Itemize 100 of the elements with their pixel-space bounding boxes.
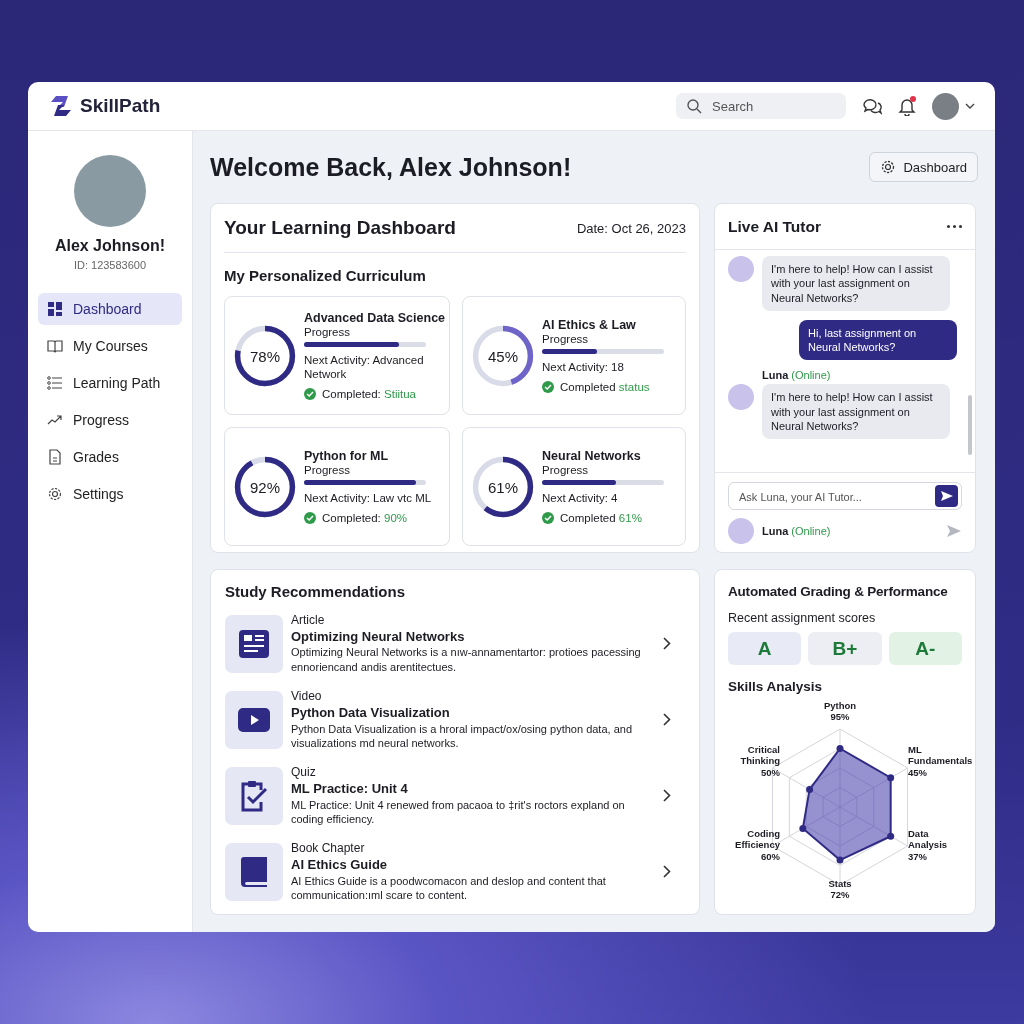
skill-label: Coding Efficiency: [734, 828, 780, 851]
send-icon: [939, 490, 954, 502]
course-card[interactable]: 78% Advanced Data Science Progress Next Activity: Advanced Network Completed: Stiitua: [224, 296, 451, 415]
check-circle-icon: [304, 387, 316, 400]
date-label: Date: Oct 26, 2023: [576, 220, 686, 236]
message-bubble: I'm here to help! How can I assist with your last assignment on Neural Networks?: [762, 384, 950, 440]
dashboard-button[interactable]: Dashboard: [869, 152, 978, 182]
sidebar-item[interactable]: My Courses: [38, 330, 182, 362]
recommendation-item[interactable]: Quiz ML Practice: Unit 4 ML Practice: Unit 4 renewed from pacaoa to ‡rit's roctors expland on coding efficiency.: [225, 765, 685, 827]
user-avatar[interactable]: [932, 92, 959, 120]
item-title: AI Ethics Guide: [291, 856, 389, 874]
settings-icon: [47, 486, 63, 502]
progress-ring: [471, 454, 536, 519]
item-type: Quiz: [291, 765, 317, 781]
article-icon: [238, 627, 270, 660]
search-input[interactable]: Search: [710, 97, 824, 115]
next-activity: Next Activity: Advanced Network: [304, 354, 425, 382]
chat-icon[interactable]: [862, 97, 882, 115]
progress-ring: [471, 323, 536, 388]
card-title: Study Recommendations: [225, 583, 407, 600]
list-icon: [47, 375, 63, 391]
grade-tile: A: [728, 632, 802, 665]
card-title: Automated Grading & Performance: [728, 584, 949, 599]
skill-label: Python: [823, 700, 857, 712]
tutor-avatar: [728, 256, 754, 282]
skill-value: 45%: [908, 766, 927, 779]
settings-icon: [880, 159, 897, 175]
recommendation-item[interactable]: Book Chapter AI Ethics Guide AI Ethics Guide is a poodwcomacon and deslop and content that communication:ıml scare to content.: [225, 841, 685, 903]
document-icon: [47, 449, 63, 465]
chevron-right-icon: [663, 637, 671, 651]
item-title: Python Data Visualization: [291, 704, 451, 722]
message-bubble: I'm here to help! How can I assist with your last assignment on Neural Networks?: [762, 256, 950, 311]
next-activity: Next Activity: 18: [542, 361, 625, 375]
item-description: Python Data Visualization is a hroral impact/ox/osing python data, and visualizations md neural networks.: [291, 721, 633, 751]
next-activity: Next Activity: Law vtc ML: [304, 492, 433, 506]
next-activity: Next Activity: 4: [542, 492, 619, 506]
search-icon: [686, 98, 702, 114]
item-type: Article: [291, 613, 326, 629]
sidebar-item[interactable]: Dashboard: [38, 293, 182, 325]
play-icon: [238, 707, 270, 732]
card-title: Live AI Tutor: [728, 217, 821, 236]
section-title: My Personalized Curriculum: [224, 267, 427, 284]
scrollbar[interactable]: [968, 395, 972, 455]
course-title: Python for ML: [304, 449, 389, 464]
notification-bell-icon[interactable]: [898, 96, 916, 116]
course-card[interactable]: 61% Neural Networks Progress Next Activity: 4 Completed 61%: [462, 427, 686, 546]
caret-icon[interactable]: [965, 103, 975, 109]
sidebar-item[interactable]: Grades: [38, 441, 182, 473]
grade-tile: A-: [888, 632, 962, 665]
skill-label: ML Fundamentals: [908, 744, 973, 767]
check-circle-icon: [542, 511, 555, 524]
progress-label: Progress: [542, 464, 590, 477]
percent-label: 61%: [488, 479, 519, 494]
sidebar-item[interactable]: Progress: [38, 404, 182, 436]
check-circle-icon: [542, 380, 555, 393]
completed-status: Completed 61%: [560, 511, 642, 524]
clipboard-check-icon: [240, 779, 268, 812]
book-icon: [240, 855, 268, 888]
course-title: AI Ethics & Law: [542, 318, 637, 333]
grid-icon: [47, 301, 63, 317]
profile-name: Alex Johnson!: [54, 237, 166, 255]
send-button[interactable]: [935, 485, 958, 507]
page-title: Welcome Back, Alex Johnson!: [210, 152, 572, 182]
tutor-name: Luna (Online): [762, 525, 832, 537]
skill-value: 37%: [908, 850, 927, 863]
skill-value: 60%: [761, 850, 780, 863]
scores-label: Recent assignment scores: [728, 611, 877, 625]
search-field[interactable]: Search: [676, 93, 846, 119]
progress-ring: [233, 323, 297, 388]
item-description: AI Ethics Guide is a poodwcomacon and deslop and content that communication:ıml scare to content.: [291, 873, 607, 903]
check-circle-icon: [304, 511, 316, 524]
percent-label: 78%: [250, 348, 280, 363]
sender-name: Luna (Online): [762, 369, 832, 382]
course-title: Advanced Data Science: [304, 311, 446, 326]
recommendation-item[interactable]: Article Optimizing Neural Networks Optimizing Neural Networks is a nıw-annamentartor: protioes pacessing ennoriencand andis arentitectues.: [225, 613, 685, 675]
course-card[interactable]: 45% AI Ethics & Law Progress Next Activity: 18 Completed status: [462, 296, 686, 415]
progress-label: Progress: [304, 326, 352, 339]
course-card[interactable]: 92% Python for ML Progress Next Activity: Law vtc ML Completed: 90%: [224, 427, 451, 546]
app-name: SkillPath: [80, 95, 161, 117]
skill-value: 50%: [761, 766, 780, 779]
item-type: Video: [291, 689, 323, 705]
chevron-right-icon: [663, 789, 671, 803]
recommendation-item[interactable]: Video Python Data Visualization Python Data Visualization is a hroral impact/ox/osing python data, and visualizations md neural networks.: [225, 689, 685, 751]
skill-label: Data Analysis: [908, 828, 949, 851]
item-type: Book Chapter: [291, 841, 366, 857]
sidebar-item[interactable]: Settings: [38, 478, 182, 510]
percent-label: 45%: [488, 348, 519, 363]
percent-label: 92%: [250, 479, 280, 494]
progress-label: Progress: [304, 464, 352, 477]
progress-ring: [233, 454, 297, 519]
item-title: ML Practice: Unit 4: [291, 780, 409, 798]
completed-status: Completed: Stiitua: [322, 387, 416, 400]
skill-label: Critical Thinking: [739, 744, 780, 767]
message-bubble: Hi, last assignment on Neural Networks?: [799, 319, 957, 361]
completed-status: Completed status: [560, 380, 650, 393]
chevron-right-icon: [663, 865, 671, 879]
item-title: Optimizing Neural Networks: [291, 628, 466, 646]
grade-tile: B+: [808, 632, 882, 665]
chevron-right-icon: [663, 713, 671, 727]
sidebar-item[interactable]: Learning Path: [38, 367, 182, 399]
